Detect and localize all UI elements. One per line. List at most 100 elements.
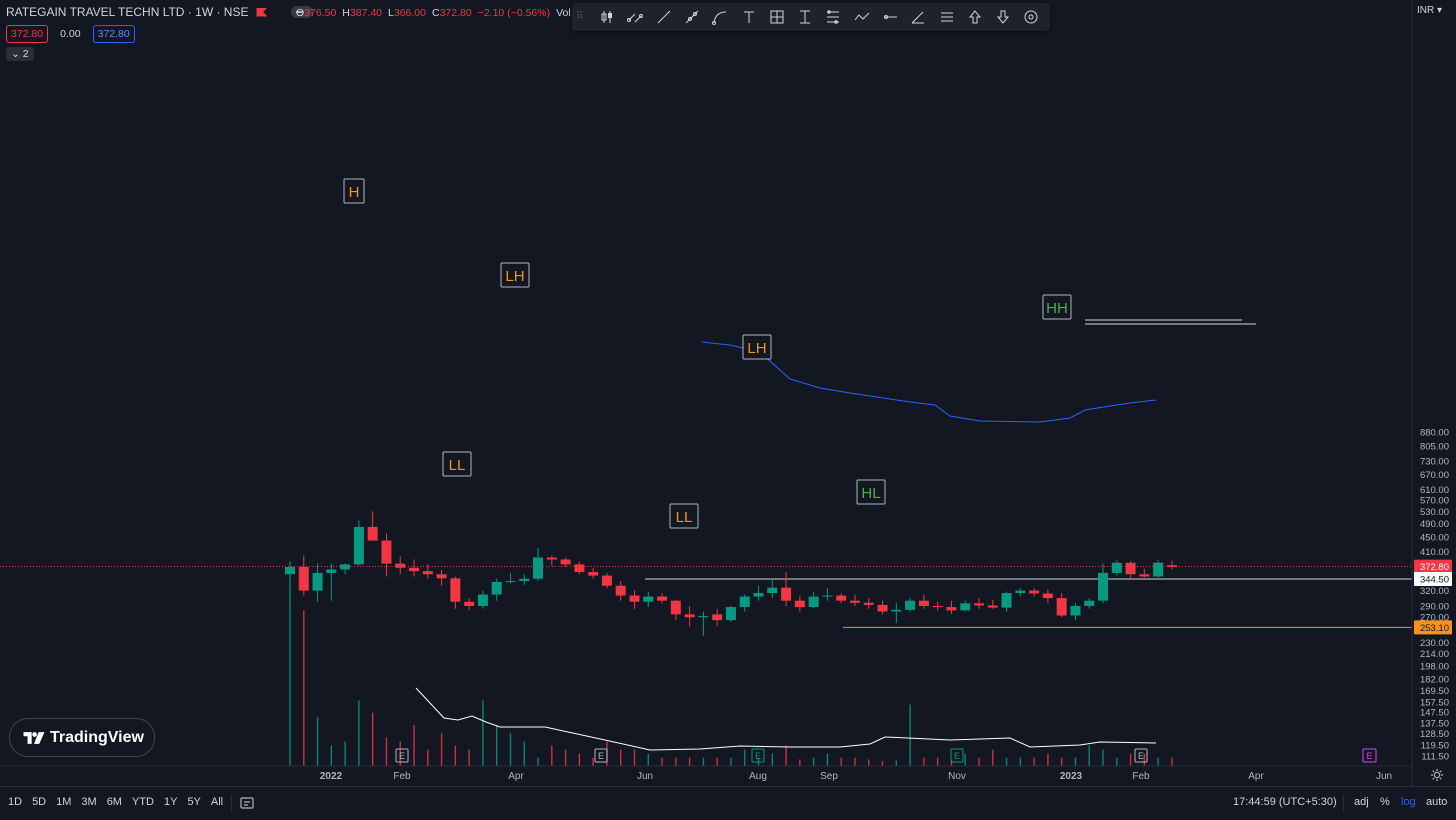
symbol-title[interactable]: RATEGAIN TRAVEL TECHN LTD · 1W · NSE	[6, 5, 248, 19]
candle-body[interactable]	[960, 603, 971, 611]
candle-body[interactable]	[877, 604, 888, 612]
range-3m[interactable]: 3M	[81, 796, 96, 808]
candle-body[interactable]	[643, 596, 654, 602]
long-position-tool[interactable]	[767, 7, 786, 27]
range-all[interactable]: All	[211, 796, 223, 808]
candle-body[interactable]	[422, 571, 433, 575]
price-range-tool[interactable]	[795, 7, 814, 27]
candle-body[interactable]	[1139, 574, 1150, 577]
tradingview-watermark[interactable]: TradingView	[9, 718, 155, 757]
candle-body[interactable]	[849, 600, 860, 603]
candle-body[interactable]	[1098, 572, 1109, 601]
range-6m[interactable]: 6M	[107, 796, 122, 808]
hamburger-tool[interactable]	[937, 7, 956, 27]
candle-body[interactable]	[946, 607, 957, 611]
log-toggle[interactable]: log	[1401, 796, 1416, 808]
candle-body[interactable]	[698, 616, 709, 618]
bid-price[interactable]: 372.80	[6, 25, 49, 43]
candle-tool[interactable]	[598, 7, 617, 27]
trend-line-tool[interactable]	[654, 7, 673, 27]
candle-body[interactable]	[367, 526, 378, 541]
ask-price[interactable]: 372.80	[92, 25, 135, 43]
candle-body[interactable]	[491, 581, 502, 595]
candle-body[interactable]	[312, 572, 323, 591]
candle-body[interactable]	[739, 596, 750, 608]
candle-body[interactable]	[1015, 590, 1026, 594]
candle-body[interactable]	[684, 614, 695, 618]
fib-tool[interactable]	[824, 7, 843, 27]
range-1y[interactable]: 1Y	[164, 796, 177, 808]
settings-gear-icon[interactable]	[1430, 768, 1444, 782]
indicators-collapse-button[interactable]: ⌄ 2	[6, 47, 34, 61]
candle-body[interactable]	[808, 596, 819, 608]
candle-body[interactable]	[546, 557, 557, 560]
chart-canvas[interactable]: HLHLLLLLHHLHHE E E E E E880.00805.00730.00670…	[0, 0, 1456, 786]
go-to-date-icon[interactable]	[240, 796, 254, 810]
candle-body[interactable]	[918, 600, 929, 606]
candle-body[interactable]	[657, 596, 668, 601]
candle-body[interactable]	[1084, 600, 1095, 606]
currency-selector[interactable]: INR ▾	[1417, 5, 1442, 16]
candle-body[interactable]	[533, 557, 544, 579]
arrow-up-tool[interactable]	[965, 7, 984, 27]
candle-body[interactable]	[670, 600, 681, 615]
candle-body[interactable]	[1056, 598, 1067, 616]
curve-tool[interactable]	[711, 7, 730, 27]
candle-body[interactable]	[450, 578, 461, 602]
candle-body[interactable]	[615, 585, 626, 596]
candle-body[interactable]	[505, 581, 516, 583]
candle-body[interactable]	[477, 594, 488, 606]
candle-body[interactable]	[588, 572, 599, 576]
candle-body[interactable]	[794, 600, 805, 608]
candle-body[interactable]	[1111, 562, 1122, 573]
symbol-header[interactable]: RATEGAIN TRAVEL TECHN LTD · 1W · NSE	[6, 5, 314, 19]
candle-body[interactable]	[464, 601, 475, 606]
candle-body[interactable]	[519, 578, 530, 582]
candle-body[interactable]	[629, 595, 640, 602]
range-5d[interactable]: 5D	[32, 796, 46, 808]
adj-toggle[interactable]: adj	[1354, 796, 1369, 808]
percent-toggle[interactable]: %	[1380, 796, 1390, 808]
ray-tool[interactable]	[682, 7, 701, 27]
auto-toggle[interactable]: auto	[1426, 796, 1447, 808]
candle-body[interactable]	[1001, 593, 1012, 608]
arrow-down-tool[interactable]	[993, 7, 1012, 27]
candle-body[interactable]	[353, 526, 364, 565]
candle-body[interactable]	[1029, 590, 1040, 594]
candle-body[interactable]	[767, 587, 778, 594]
candle-body[interactable]	[1153, 562, 1164, 577]
candle-body[interactable]	[1125, 562, 1136, 575]
range-ytd[interactable]: YTD	[132, 796, 154, 808]
candle-body[interactable]	[905, 600, 916, 610]
candle-body[interactable]	[601, 575, 612, 586]
candle-body[interactable]	[822, 595, 833, 597]
candle-body[interactable]	[753, 593, 764, 597]
horizontal-ray-tool[interactable]	[880, 7, 899, 27]
candle-body[interactable]	[340, 564, 351, 570]
candle-body[interactable]	[781, 587, 792, 601]
candle-body[interactable]	[436, 574, 447, 579]
candle-body[interactable]	[712, 614, 723, 621]
candle-body[interactable]	[987, 605, 998, 608]
candle-body[interactable]	[891, 609, 902, 612]
candle-body[interactable]	[1166, 565, 1177, 567]
drag-handle-icon[interactable]: ⠿	[576, 10, 590, 24]
range-1d[interactable]: 1D	[8, 796, 22, 808]
candle-body[interactable]	[409, 567, 420, 572]
target-tool[interactable]	[1022, 7, 1041, 27]
range-5y[interactable]: 5Y	[187, 796, 200, 808]
candle-body[interactable]	[298, 566, 309, 591]
candle-body[interactable]	[863, 602, 874, 605]
candle-body[interactable]	[974, 603, 984, 606]
parallel-channel-tool[interactable]	[626, 7, 645, 27]
candle-body[interactable]	[285, 566, 295, 575]
clock-timezone[interactable]: 17:44:59 (UTC+5:30)	[1233, 796, 1337, 808]
candle-body[interactable]	[725, 607, 736, 621]
candle-body[interactable]	[395, 563, 406, 568]
path-tool[interactable]	[852, 7, 871, 27]
candle-body[interactable]	[381, 540, 392, 564]
candle-body[interactable]	[932, 605, 943, 608]
candle-body[interactable]	[574, 564, 585, 573]
range-1m[interactable]: 1M	[56, 796, 71, 808]
text-tool[interactable]	[739, 7, 758, 27]
